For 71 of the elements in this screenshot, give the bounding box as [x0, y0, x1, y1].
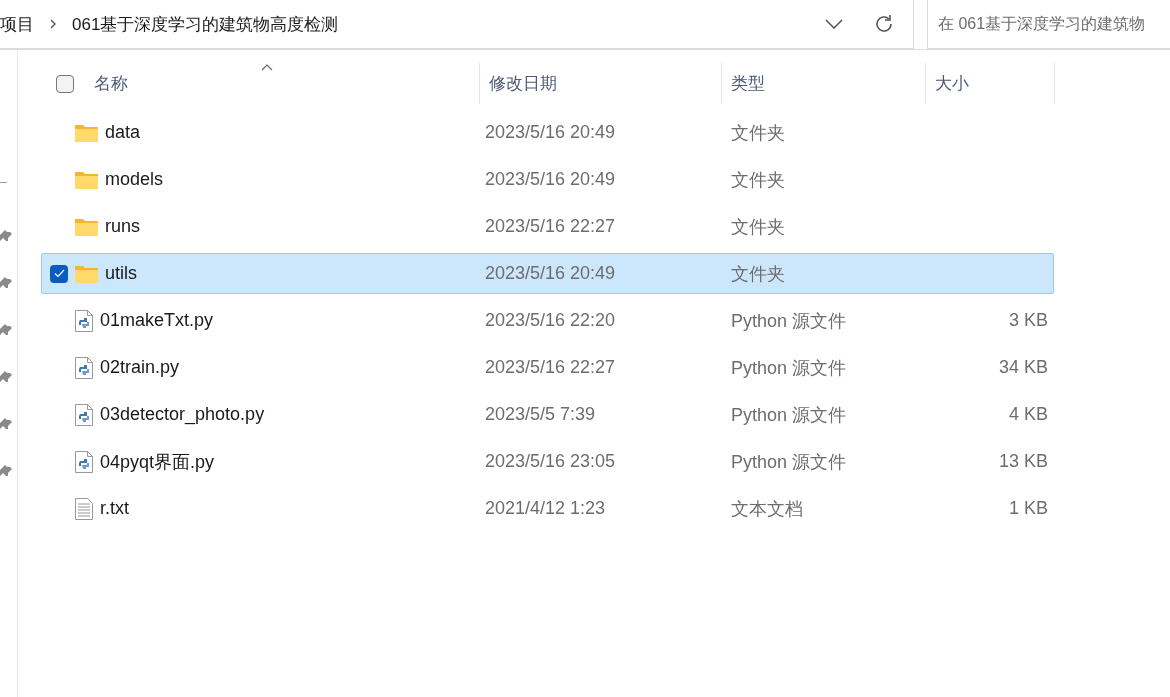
date-modified: 2023/5/16 23:05 [484, 450, 617, 473]
file-type: Python 源文件 [730, 450, 848, 474]
python-file-icon [75, 450, 93, 473]
python-file-icon [75, 309, 93, 332]
column-header[interactable]: 类型 [731, 72, 765, 95]
file-type: Python 源文件 [730, 309, 848, 333]
file-name: runs [105, 216, 140, 237]
file-row[interactable]: runs 2023/5/16 22:27 文件夹 [41, 206, 1054, 247]
file-name: r.txt [100, 498, 129, 519]
date-modified: 2023/5/16 20:49 [484, 262, 617, 285]
file-row[interactable]: 04pyqt界面.py 2023/5/16 23:05 Python 源文件 13 KB [41, 441, 1054, 482]
chevron-down-icon [825, 19, 843, 29]
chevron-right-icon [48, 18, 58, 30]
folder-icon [75, 217, 98, 236]
file-name: 01makeTxt.py [100, 310, 214, 331]
file-row[interactable]: utils 2023/5/16 20:49 文件夹 [41, 253, 1054, 294]
file-size: 3 KB [1007, 309, 1049, 332]
file-size: 1 KB [1007, 497, 1049, 520]
file-type: 文件夹 [730, 121, 786, 145]
file-row[interactable]: 02train.py 2023/5/16 22:27 Python 源文件 34 KB [41, 347, 1054, 388]
select-all-checkbox[interactable] [56, 74, 74, 93]
file-type: Python 源文件 [730, 356, 848, 380]
file-row[interactable]: models 2023/5/16 20:49 文件夹 [41, 159, 1054, 200]
sort-ascending-icon [261, 63, 273, 71]
date-modified: 2023/5/16 22:27 [484, 215, 617, 238]
date-modified: 2023/5/16 22:20 [484, 309, 617, 332]
date-modified: 2023/5/16 22:27 [484, 356, 617, 379]
file-name: utils [105, 263, 137, 284]
pin-icon[interactable] [0, 323, 12, 338]
pin-icon[interactable] [0, 464, 12, 479]
pin-icon[interactable] [0, 229, 12, 244]
folder-icon [75, 170, 98, 189]
breadcrumb-item[interactable]: 061基于深度学习的建筑物高度检测 [72, 12, 339, 36]
date-modified: 2023/5/16 20:49 [484, 168, 617, 191]
date-modified: 2021/4/12 1:23 [484, 497, 607, 520]
file-name: data [105, 122, 141, 143]
python-file-icon [75, 356, 93, 379]
search-field[interactable]: 在 061基于深度学习的建筑物 [927, 0, 1170, 49]
file-row[interactable]: data 2023/5/16 20:49 文件夹 [41, 112, 1054, 153]
file-size: 4 KB [1007, 403, 1049, 426]
pin-icon[interactable] [0, 276, 12, 291]
checkmark-icon [53, 269, 65, 278]
refresh-icon [873, 13, 895, 35]
file-type: 文件夹 [730, 262, 786, 286]
text-file-icon [75, 497, 93, 520]
file-name: models [105, 169, 164, 190]
breadcrumb-item[interactable]: 项目 [0, 12, 34, 36]
column-header[interactable]: 名称 [94, 72, 128, 95]
file-row[interactable]: r.txt 2021/4/12 1:23 文本文档 1 KB [41, 488, 1054, 529]
file-size: 34 KB [997, 356, 1049, 379]
pin-icon[interactable] [0, 417, 12, 432]
python-file-icon [75, 403, 93, 426]
row-checkbox[interactable] [50, 264, 68, 283]
file-name: 04pyqt界面.py [100, 450, 215, 474]
file-type: 文件夹 [730, 215, 786, 239]
file-name: 02train.py [100, 357, 180, 378]
date-modified: 2023/5/16 20:49 [484, 121, 617, 144]
folder-icon [75, 123, 98, 142]
file-name: 03detector_photo.py [100, 404, 265, 425]
file-type: 文件夹 [730, 168, 786, 192]
pin-icon[interactable] [0, 370, 12, 385]
file-size: 13 KB [997, 450, 1049, 473]
file-type: 文本文档 [730, 497, 804, 521]
column-header[interactable]: 修改日期 [489, 72, 557, 95]
date-modified: 2023/5/5 7:39 [484, 403, 597, 426]
file-type: Python 源文件 [730, 403, 848, 427]
folder-icon [75, 264, 98, 283]
file-row[interactable]: 03detector_photo.py 2023/5/5 7:39 Python 源文件 4 KB [41, 394, 1054, 435]
address-bar[interactable]: 项目 061基于深度学习的建筑物高度检测 [0, 0, 914, 49]
column-header[interactable]: 大小 [935, 72, 969, 95]
file-row[interactable]: 01makeTxt.py 2023/5/16 22:20 Python 源文件 3 KB [41, 300, 1054, 341]
